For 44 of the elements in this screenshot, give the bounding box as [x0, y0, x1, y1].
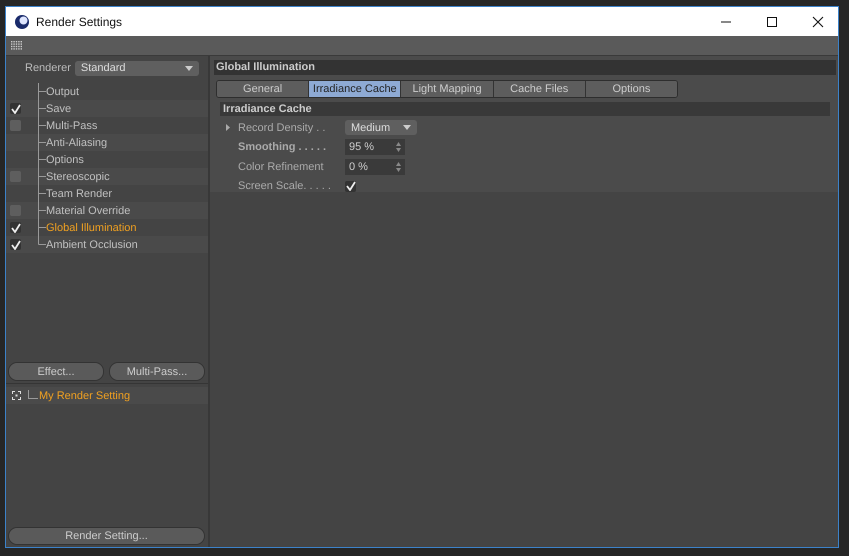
- property-label: Record Density . .: [238, 122, 326, 134]
- checkbox[interactable]: [10, 103, 21, 114]
- dropdown[interactable]: Medium: [345, 120, 417, 136]
- tree-line-icon: [28, 390, 38, 402]
- property-label: Color Refinement: [238, 160, 325, 173]
- spinner-icon[interactable]: [396, 162, 401, 172]
- tree-item[interactable]: Save: [46, 102, 72, 114]
- checkmark-icon: [346, 181, 356, 192]
- tab[interactable]: Options: [586, 81, 677, 97]
- panel-title: Global Illumination: [214, 60, 836, 75]
- maximize-icon[interactable]: [766, 16, 778, 28]
- tab[interactable]: Light Mapping: [401, 81, 494, 97]
- tree-item[interactable]: Multi-Pass: [46, 120, 98, 132]
- number-field[interactable]: 0 %: [345, 158, 405, 175]
- tab[interactable]: Irradiance Cache: [309, 81, 402, 97]
- grip-icon[interactable]: [11, 40, 23, 50]
- tab[interactable]: General: [217, 81, 310, 97]
- property-label: Screen Scale. . . . .: [238, 180, 332, 192]
- tab[interactable]: Cache Files: [494, 81, 586, 97]
- spinner-icon[interactable]: [396, 142, 401, 152]
- tree-item[interactable]: Team Render: [46, 188, 112, 200]
- tree-item[interactable]: Output: [46, 86, 80, 98]
- close-icon[interactable]: [812, 16, 824, 28]
- tree-item[interactable]: Global Illumination: [46, 222, 136, 234]
- checkbox[interactable]: [10, 222, 21, 233]
- number-field[interactable]: 95 %: [345, 139, 405, 156]
- focus-icon[interactable]: [12, 391, 21, 400]
- caret-icon: [403, 125, 411, 130]
- caret-icon: [184, 66, 193, 70]
- section-header: Irradiance Cache: [220, 102, 830, 116]
- window-title: Render Settings: [36, 14, 124, 28]
- renderer-dropdown[interactable]: Standard: [74, 60, 199, 76]
- checkbox[interactable]: [345, 180, 356, 192]
- renderer-label: Renderer: [25, 62, 71, 74]
- checkmark-icon: [10, 104, 20, 114]
- checkbox[interactable]: [10, 120, 21, 131]
- checkbox[interactable]: [10, 239, 21, 250]
- expand-arrow-icon[interactable]: [226, 124, 230, 132]
- app-logo-icon: [14, 14, 30, 30]
- render-setting-button[interactable]: Render Setting...: [8, 527, 205, 545]
- pill-button[interactable]: Effect...: [8, 362, 104, 381]
- pill-button[interactable]: Multi-Pass...: [109, 362, 205, 381]
- property-label: Smoothing . . . . .: [238, 141, 327, 154]
- tree-item[interactable]: Options: [46, 154, 84, 166]
